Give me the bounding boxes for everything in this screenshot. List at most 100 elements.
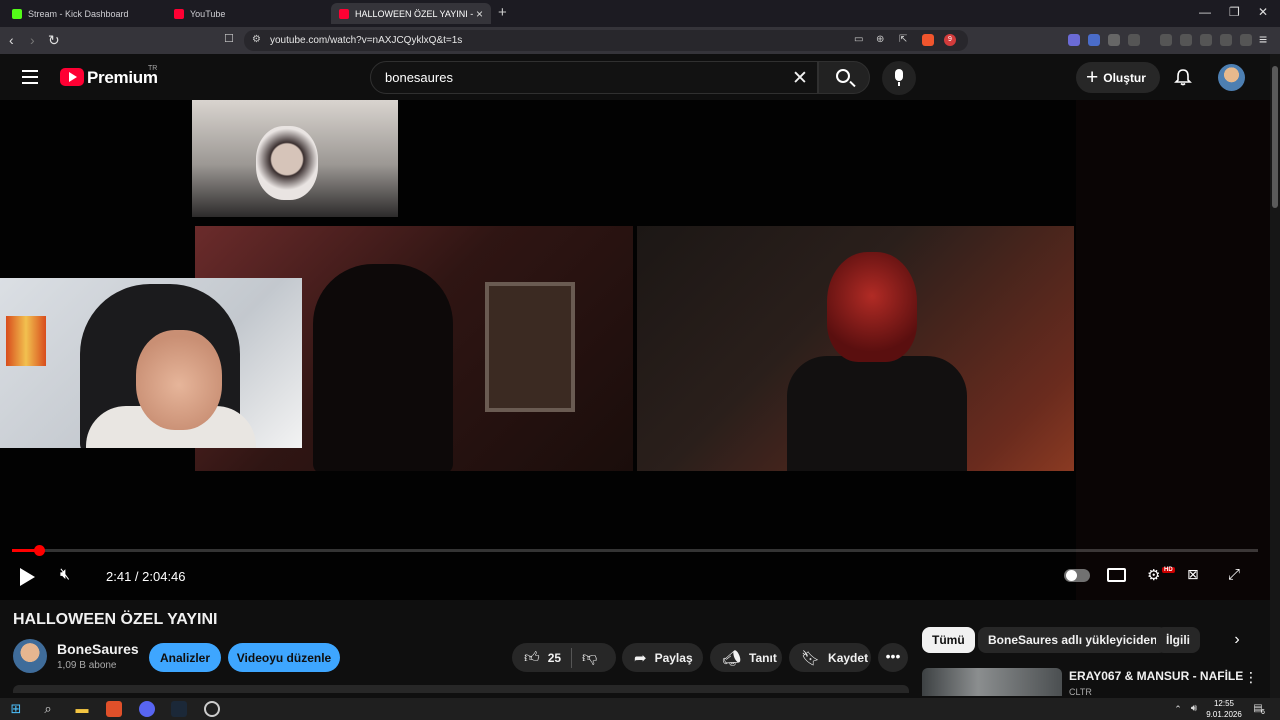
search-button[interactable] <box>818 61 870 94</box>
fullscreen-icon[interactable]: ⤢ <box>1228 566 1240 583</box>
steam-icon[interactable] <box>171 701 187 717</box>
search-icon <box>836 69 850 83</box>
autoplay-toggle[interactable] <box>1064 569 1090 582</box>
puzzle-icon[interactable] <box>1108 34 1120 46</box>
channel-avatar[interactable] <box>13 639 47 673</box>
clock-date: 9.01.2026 <box>1206 710 1242 719</box>
scrollbar-thumb[interactable] <box>1272 66 1278 208</box>
maximize-button[interactable]: ❐ <box>1229 5 1240 19</box>
obs-icon[interactable] <box>204 701 220 717</box>
streamer-figure <box>787 356 967 471</box>
streamer-face <box>136 330 222 430</box>
youtube-favicon-icon <box>339 8 349 19</box>
recommendation-title[interactable]: ERAY067 & MANSUR - NAFİLE <box>1069 669 1243 683</box>
share-page-icon[interactable]: ⇱ <box>899 34 907 45</box>
brave-shield-icon[interactable] <box>922 34 934 46</box>
share-button[interactable]: ➦ Paylaş <box>622 643 703 672</box>
volume-icon[interactable]: 🔊︎ <box>1186 701 1202 717</box>
tab-title: YouTube <box>190 8 226 19</box>
rewards-badge-icon[interactable]: 9 <box>944 34 956 46</box>
theater-mode-icon[interactable]: ⊠ <box>1187 566 1199 583</box>
chevron-right-icon[interactable]: › <box>1226 627 1248 653</box>
menu-icon[interactable]: ≡ <box>1259 31 1267 47</box>
description-box[interactable] <box>13 685 909 693</box>
discord-icon[interactable] <box>139 701 155 717</box>
video-title: HALLOWEEN ÖZEL YAYINI <box>13 611 218 628</box>
time-display: 2:41 / 2:04:46 <box>106 569 186 584</box>
webcam-feed-top <box>192 100 398 217</box>
youtube-logo-icon[interactable] <box>60 68 84 86</box>
minimize-button[interactable]: — <box>1199 5 1211 19</box>
notifications-bell-icon[interactable] <box>1174 68 1192 86</box>
save-button[interactable]: 🔖︎ Kaydet <box>789 643 871 672</box>
chip-from-uploader[interactable]: BoneSaures adlı yükleyiciden <box>978 627 1168 653</box>
hd-badge: HD <box>1162 567 1175 573</box>
tray-chevron-icon[interactable]: ⌃ <box>1170 701 1186 717</box>
recommendation-thumbnail[interactable] <box>922 668 1062 696</box>
reload-icon[interactable]: ↻ <box>48 32 60 49</box>
zoom-icon[interactable]: ⊕ <box>876 34 884 45</box>
play-icon[interactable] <box>20 568 35 586</box>
painting-frame <box>485 282 575 412</box>
video-player[interactable]: 🔇︎ 2:41 / 2:04:46 ⚙ HD ⊠ ⤢ <box>0 100 1270 600</box>
hamburger-menu-icon[interactable] <box>22 70 38 84</box>
chip-all[interactable]: Tümü <box>922 627 975 653</box>
account-avatar[interactable] <box>1218 64 1245 91</box>
clear-search-icon[interactable]: ✕ <box>792 67 808 90</box>
settings-gear-icon[interactable]: ⚙ <box>1147 566 1160 584</box>
tab-youtube[interactable]: YouTube <box>166 3 326 24</box>
channel-name[interactable]: BoneSaures <box>57 641 139 657</box>
close-window-button[interactable]: ✕ <box>1258 5 1268 19</box>
back-icon[interactable]: ‹ <box>9 32 14 48</box>
cast-icon[interactable]: ▭ <box>854 34 863 45</box>
extension-icon[interactable] <box>1068 34 1080 46</box>
analytics-button[interactable]: Analizler <box>149 643 221 672</box>
more-actions-icon[interactable]: ••• <box>878 643 908 672</box>
address-bar[interactable]: ⚙ youtube.com/watch?v=nAXJCQyklxQ&t=1s ▭… <box>244 30 968 51</box>
search-icon[interactable]: ⌕ <box>40 701 56 717</box>
promote-button[interactable]: 📣︎ Tanıt <box>710 643 782 672</box>
file-explorer-icon[interactable]: ▬ <box>74 701 90 717</box>
edit-video-button[interactable]: Videoyu düzenle <box>228 643 340 672</box>
tab-kick-dashboard[interactable]: Stream - Kick Dashboard <box>4 3 164 24</box>
clock-time: 12:55 <box>1213 699 1235 708</box>
tray-clock[interactable]: 12:55 9.01.2026 <box>1204 698 1244 720</box>
progress-bar[interactable] <box>12 549 1258 552</box>
windows-start-icon[interactable]: ⊞ <box>8 701 24 717</box>
bookmark-icon[interactable]: ☐ <box>224 32 234 45</box>
share-label: Paylaş <box>654 650 693 665</box>
thumbs-down-icon[interactable]: 👎︎ <box>582 649 597 667</box>
site-info-icon[interactable]: ⚙ <box>252 34 261 45</box>
search-value: bonesaures <box>385 70 453 85</box>
like-count[interactable]: 25 <box>548 651 561 665</box>
leo-icon[interactable] <box>1220 34 1232 46</box>
promote-label: Tanıt <box>749 650 777 665</box>
divider <box>571 647 573 668</box>
streamer-figure <box>313 264 453 471</box>
wallet-icon[interactable] <box>1200 34 1212 46</box>
subtitles-icon[interactable] <box>1107 568 1126 582</box>
vpn-icon[interactable] <box>1240 34 1252 46</box>
brave-browser-icon[interactable] <box>106 701 122 717</box>
screenshot-icon[interactable] <box>1128 34 1140 46</box>
address-text: youtube.com/watch?v=nAXJCQyklxQ&t=1s <box>270 35 463 46</box>
subscriber-count: 1,09 B abone <box>57 660 117 671</box>
extension-icon[interactable] <box>1088 34 1100 46</box>
sidebar-icon[interactable] <box>1180 34 1192 46</box>
tab-halloween-video[interactable]: HALLOWEEN ÖZEL YAYINI - YouTube × <box>331 3 491 24</box>
mute-icon[interactable]: 🔇︎ <box>60 566 70 584</box>
scrubber-handle[interactable] <box>33 545 45 556</box>
new-tab-button[interactable]: + <box>498 4 507 21</box>
search-input[interactable]: bonesaures <box>370 61 818 94</box>
chip-related[interactable]: İlgili <box>1156 627 1200 653</box>
create-button[interactable]: + Oluştur <box>1076 62 1160 93</box>
share-icon: ➦ <box>634 649 647 667</box>
notification-count: 6 <box>1261 709 1265 716</box>
country-code: TR <box>148 65 158 72</box>
more-vert-icon[interactable]: ⋮ <box>1244 669 1258 686</box>
voice-search-button[interactable] <box>882 61 916 95</box>
close-tab-icon[interactable]: × <box>476 7 483 21</box>
media-icon[interactable] <box>1160 34 1172 46</box>
forward-icon[interactable]: › <box>30 32 35 48</box>
thumbs-up-icon[interactable]: 👍︎ <box>524 649 540 667</box>
